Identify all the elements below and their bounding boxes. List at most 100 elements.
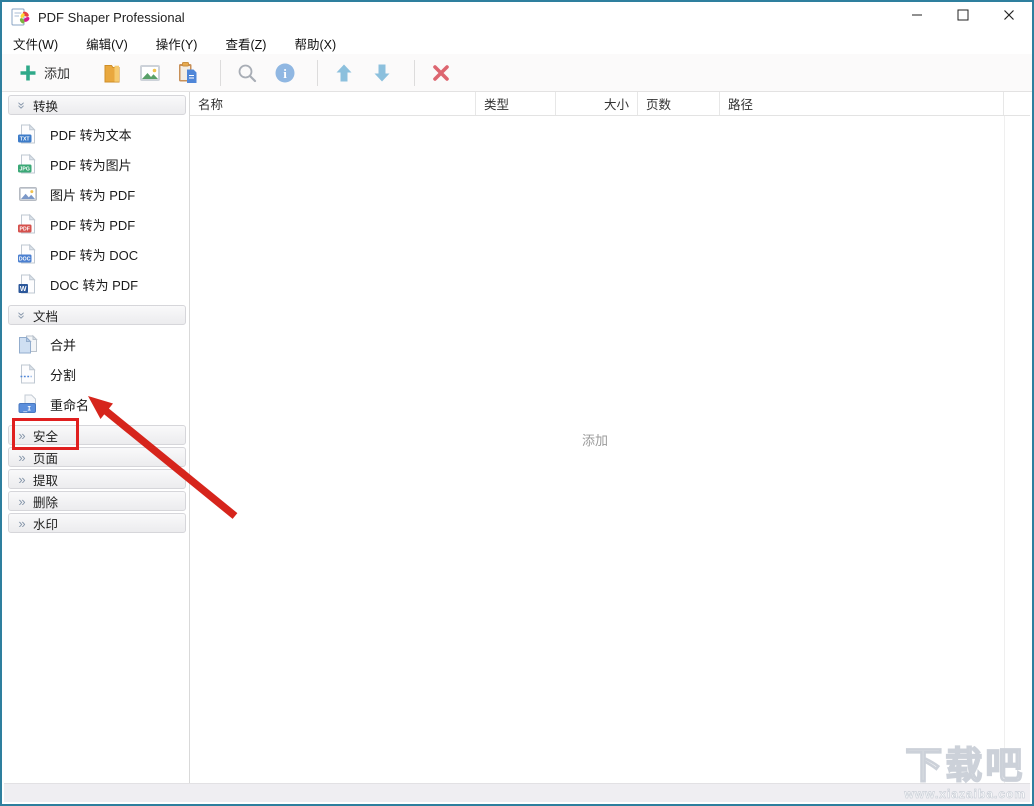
sidebar-item-label: PDF 转为 PDF [50, 217, 136, 233]
sidebar-section-delete[interactable]: » 删除 [8, 491, 186, 511]
column-header-name[interactable]: 名称 [190, 92, 476, 115]
svg-text:DOC: DOC [19, 257, 31, 263]
double-chevron-icon: » [18, 471, 26, 487]
delete-x-icon [429, 61, 453, 85]
sidebar-item-label: 分割 [50, 367, 77, 383]
double-chevron-icon: » [14, 101, 30, 109]
sidebar-section-items: 合并分割 _I 重命名 [4, 329, 189, 419]
menu-item-edit[interactable]: 编辑(V) [78, 32, 136, 55]
toolbar-add-label: 添加 [44, 66, 71, 81]
sidebar-item-merge[interactable]: 合并 [4, 329, 189, 359]
toolbar-info-button[interactable]: i [269, 58, 301, 88]
minimize-button[interactable] [894, 2, 940, 32]
sidebar-section-items: TXT PDF 转为文本 JPG PDF 转为图片 图片 转为 PDF PDF PDF 转为… [4, 119, 189, 299]
arrow-down-icon [370, 61, 394, 85]
content-area: » 转换 TXT PDF 转为文本 JPG PDF 转为图片 图片 转为 PDF PDF PDF… [4, 92, 1030, 783]
jpg-file-icon: JPG [17, 153, 39, 175]
menu-item-file[interactable]: 文件(W) [5, 32, 66, 55]
double-chevron-icon: » [18, 449, 26, 465]
toolbar-move-up-button[interactable] [328, 58, 360, 88]
svg-text:TXT: TXT [20, 137, 31, 143]
sidebar-section-label: 页面 [33, 451, 59, 466]
menu-bar: 文件(W) 编辑(V) 操作(Y) 查看(Z) 帮助(X) [2, 32, 1032, 54]
column-header-path[interactable]: 路径 [720, 92, 1004, 115]
sidebar-item-doc-to-pdf[interactable]: W DOC 转为 PDF [4, 269, 189, 299]
toolbar-separator [220, 59, 222, 86]
sidebar-section-label: 转换 [33, 99, 59, 114]
sidebar-section-extract[interactable]: » 提取 [8, 469, 186, 489]
sidebar-section-watermark[interactable]: » 水印 [8, 513, 186, 533]
window-title: PDF Shaper Professional [38, 9, 185, 25]
sidebar-item-pdf-to-text[interactable]: TXT PDF 转为文本 [4, 119, 189, 149]
sidebar-item-rename[interactable]: _I 重命名 [4, 389, 189, 419]
column-header-type[interactable]: 类型 [476, 92, 556, 115]
toolbar-search-button[interactable] [231, 58, 263, 88]
app-window: PDF Shaper Professional 文件(W) 编辑(V) 操作(Y) 查… [0, 0, 1034, 806]
search-icon [235, 61, 259, 85]
sidebar-item-image-to-pdf[interactable]: 图片 转为 PDF [4, 179, 189, 209]
double-chevron-icon: » [14, 311, 30, 319]
sidebar-section-label: 水印 [33, 517, 59, 532]
maximize-button[interactable] [940, 2, 986, 32]
column-header-pages[interactable]: 页数 [638, 92, 720, 115]
arrow-up-icon [332, 61, 356, 85]
maximize-icon [957, 8, 969, 26]
column-header-label: 类型 [484, 98, 510, 112]
toolbar-remove-button[interactable] [425, 58, 457, 88]
svg-text:PDF: PDF [20, 227, 30, 233]
column-header-label: 大小 [603, 98, 629, 112]
column-header-label: 名称 [198, 98, 224, 112]
svg-text:W: W [20, 286, 27, 293]
app-logo-icon [11, 7, 31, 27]
menu-item-actions[interactable]: 操作(Y) [148, 32, 206, 55]
window-controls [894, 2, 1032, 32]
doc-file-icon: DOC [17, 243, 39, 265]
toolbar-add-folder-button[interactable] [96, 58, 128, 88]
sidebar-item-pdf-to-image[interactable]: JPG PDF 转为图片 [4, 149, 189, 179]
sidebar-item-split[interactable]: 分割 [4, 359, 189, 389]
file-list-area[interactable]: 名称 类型 大小 页数 路径 添加 [190, 92, 1030, 783]
sidebar-item-label: PDF 转为 DOC [50, 247, 139, 263]
info-icon: i [273, 61, 297, 85]
toolbar-move-down-button[interactable] [366, 58, 398, 88]
table-header: 名称 类型 大小 页数 路径 [190, 92, 1030, 116]
pdf-file-icon: PDF [17, 213, 39, 235]
sidebar-section-label: 安全 [33, 429, 59, 444]
column-header-size[interactable]: 大小 [556, 92, 638, 115]
sidebar-section-document[interactable]: » 文档 [8, 305, 186, 325]
menu-item-help[interactable]: 帮助(X) [286, 32, 344, 55]
minimize-icon [911, 8, 923, 26]
rename-icon: _I [17, 393, 39, 415]
svg-text:JPG: JPG [20, 167, 30, 173]
folder-icon [100, 61, 124, 85]
sidebar-item-label: DOC 转为 PDF [50, 277, 139, 293]
toolbar-separator [317, 59, 319, 86]
toolbar-paste-button[interactable] [172, 58, 204, 88]
word-file-icon: W [17, 273, 39, 295]
toolbar-add-button[interactable]: 添加 [14, 60, 74, 86]
double-chevron-icon: » [18, 515, 26, 531]
toolbar: 添加 i [2, 54, 1032, 92]
image-icon [138, 61, 162, 85]
sidebar-section-convert[interactable]: » 转换 [8, 95, 186, 115]
menu-item-view[interactable]: 查看(Z) [217, 32, 274, 55]
double-chevron-icon: » [18, 427, 26, 443]
sidebar-section-security[interactable]: » 安全 [8, 425, 186, 445]
sidebar-item-label: PDF 转为文本 [50, 127, 132, 143]
sidebar-item-label: 合并 [50, 337, 77, 353]
column-grid-line [1004, 116, 1005, 783]
merge-icon [17, 333, 39, 355]
close-button[interactable] [986, 2, 1032, 32]
title-bar: PDF Shaper Professional [2, 2, 1032, 32]
sidebar-section-pages[interactable]: » 页面 [8, 447, 186, 467]
double-chevron-icon: » [18, 493, 26, 509]
sidebar-item-pdf-to-doc[interactable]: DOC PDF 转为 DOC [4, 239, 189, 269]
column-header-label: 页数 [646, 98, 672, 112]
svg-text:_I: _I [23, 404, 31, 412]
image-file-icon [17, 183, 39, 205]
close-icon [1003, 8, 1015, 26]
toolbar-add-images-button[interactable] [134, 58, 166, 88]
sidebar: » 转换 TXT PDF 转为文本 JPG PDF 转为图片 图片 转为 PDF PDF PDF… [4, 92, 190, 783]
column-header-label: 路径 [728, 98, 754, 112]
sidebar-item-pdf-to-pdf[interactable]: PDF PDF 转为 PDF [4, 209, 189, 239]
